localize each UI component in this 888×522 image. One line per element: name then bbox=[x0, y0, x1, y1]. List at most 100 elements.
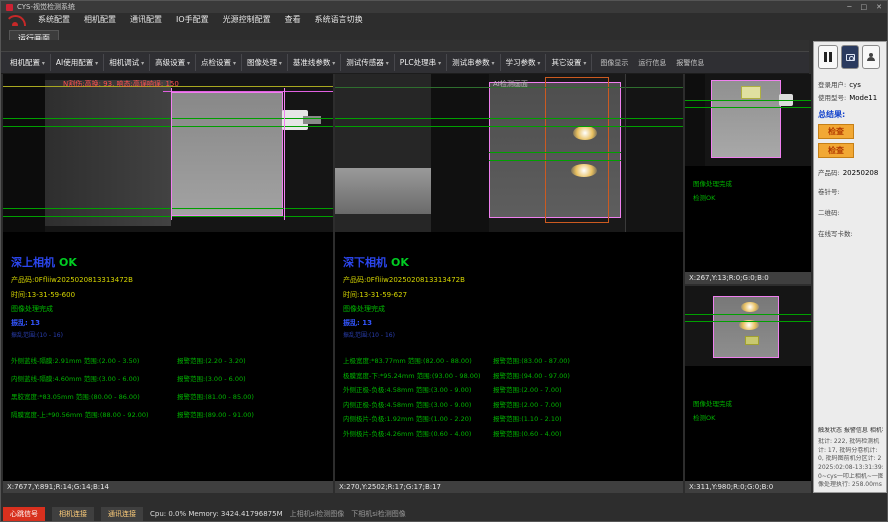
toolbar-button-test-sensor[interactable]: 测试传感器 bbox=[341, 54, 394, 71]
process-status-text: 图像处理完成 bbox=[11, 304, 333, 314]
lower-camera-results: 深下相机OK 产品码:0Ffliiw2025020813313472B 时间:1… bbox=[335, 232, 683, 481]
measurement-list: 上极宽度:*83.77mm 范围:(82.00 - 88.00) 报警范围:(8… bbox=[343, 355, 683, 438]
jitter-range-text: 振乱范围:(10 - 16) bbox=[11, 330, 333, 339]
product-code-label: 产品码: bbox=[818, 167, 840, 177]
online-count-row: 在线写卡数: bbox=[818, 228, 883, 238]
status-line: 图像处理完成 bbox=[693, 178, 811, 188]
upper-camera-panel: N割伤:高换: 93. 响态:高误响误: 150 深上相机OK 产品码:0Ffl… bbox=[3, 74, 333, 493]
lower-cam-status-text: 下相机si检测图像 bbox=[351, 509, 406, 519]
aux-camera-panel-2: 图像处理完成 检测OK X:311,Y:980;R:0;G:0;B:0 bbox=[685, 286, 811, 493]
toolbar-button-camera-config[interactable]: 相机配置 bbox=[5, 54, 51, 71]
weld-glow bbox=[571, 164, 597, 177]
camera-result-header: 深上相机OK bbox=[11, 254, 333, 270]
pixel-coordinate-readout: X:270,Y:2502;R:17;G:17;B:17 bbox=[335, 481, 683, 493]
cell-region-roi bbox=[171, 92, 283, 216]
qrcode-label: 二维码: bbox=[818, 207, 840, 217]
app-window: CYS-视觉检测系统 ─ □ ✕ 系统配置 相机配置 通讯配置 IO手配置 光源… bbox=[0, 0, 888, 522]
measurement-text: 内侧正极-负极:4.58mm 范围:(3.00 - 9.00) bbox=[343, 399, 493, 409]
menu-item-io-config[interactable]: IO手配置 bbox=[169, 14, 216, 25]
measurement-row: 内侧蓝线-隔膜:4.60mm 范围:(3.00 - 6.00) 报警范围:(3.… bbox=[11, 373, 333, 383]
menu-item-camera-config[interactable]: 相机配置 bbox=[77, 14, 123, 25]
mini-tab-image[interactable]: 图像显示 bbox=[600, 58, 628, 68]
capture-button[interactable] bbox=[841, 45, 859, 69]
lower-camera-panel: AI检测画面 深下相机OK 产品码:0Ffliiw202502081331347… bbox=[335, 74, 683, 493]
pause-icon bbox=[824, 52, 832, 62]
measurement-text: 极膜宽度-下:*95.24mm 范围:(93.00 - 98.00) bbox=[343, 370, 493, 380]
needle-row: 卷针号: bbox=[818, 186, 883, 196]
mini-tab-alarm[interactable]: 报警信息 bbox=[676, 58, 704, 68]
camera-icon bbox=[846, 54, 855, 61]
toolbar-button-image-process[interactable]: 图像处理 bbox=[242, 54, 288, 71]
alarm-range-text: 报警范围:(0.60 - 4.00) bbox=[493, 428, 562, 438]
toolbar-button-plc[interactable]: PLC处理串 bbox=[395, 54, 447, 71]
measurement-row: 黑胶宽度:*83.05mm 范围:(80.00 - 86.00) 报警范围:(8… bbox=[11, 391, 333, 401]
product-code-value: 20250208 bbox=[843, 169, 879, 177]
magenta-edge-line bbox=[284, 88, 285, 220]
menu-item-view[interactable]: 查看 bbox=[278, 14, 308, 25]
aux-camera-results-1: 图像处理完成 检测OK bbox=[685, 166, 811, 272]
toolbar-button-baseline-params[interactable]: 基准线参数 bbox=[288, 54, 341, 71]
toolbar-button-advanced[interactable]: 高级设置 bbox=[150, 54, 196, 71]
toolbar-button-other[interactable]: 其它设置 bbox=[546, 54, 592, 71]
close-button[interactable]: ✕ bbox=[876, 3, 882, 11]
user-button[interactable] bbox=[862, 45, 880, 69]
toolbar-button-test-params[interactable]: 测试串参数 bbox=[447, 54, 500, 71]
toolbar-button-learn-params[interactable]: 学习参数 bbox=[501, 54, 547, 71]
log-header: 触发状态 报警信息 相机状态 bbox=[818, 427, 883, 436]
login-user-label: 登录用户: bbox=[818, 79, 846, 89]
toolbar-button-spot-check[interactable]: 点检设置 bbox=[196, 54, 242, 71]
measurement-row: 隔膜宽度-上:*90.56mm 范围:(88.00 - 92.00) 报警范围:… bbox=[11, 409, 333, 419]
measurement-text: 内侧极片-负极:1.92mm 范围:(1.00 - 2.20) bbox=[343, 413, 493, 423]
camera-link-status: 相机连接 bbox=[52, 507, 94, 521]
measurement-row: 外侧蓝线-隔膜:2.91mm 范围:(2.00 - 3.50) 报警范围:(2.… bbox=[11, 355, 333, 365]
menu-bar: 系统配置 相机配置 通讯配置 IO手配置 光源控制配置 查看 系统语言切换 bbox=[1, 13, 809, 26]
weld-glow bbox=[573, 126, 597, 140]
alarm-range-text: 报警范围:(81.00 - 85.00) bbox=[177, 391, 254, 401]
green-guide-line bbox=[685, 314, 811, 315]
maximize-button[interactable]: □ bbox=[861, 3, 868, 11]
alarm-range-text: 报警范围:(89.00 - 91.00) bbox=[177, 409, 254, 419]
frame-divider bbox=[625, 74, 626, 232]
tab-row: 运行画面 bbox=[1, 26, 809, 40]
log-line: 批计: 222, 批码检测机 bbox=[818, 438, 883, 447]
pause-button[interactable] bbox=[818, 45, 838, 69]
log-line: 0, 批码图前机分区计: 2 bbox=[818, 455, 883, 464]
menu-item-comm-config[interactable]: 通讯配置 bbox=[123, 14, 169, 25]
toolbar-button-camera-debug[interactable]: 相机调试 bbox=[104, 54, 150, 71]
jitter-text: 振乱: 13 bbox=[343, 318, 683, 328]
measurement-text: 外侧正极-负极:4.58mm 范围:(3.00 - 9.00) bbox=[343, 384, 493, 394]
aux-camera-image-2[interactable] bbox=[685, 286, 811, 366]
menu-item-system-config[interactable]: 系统配置 bbox=[31, 14, 77, 25]
cpu-memory-text: Cpu: 0.0% Memory: 3424.41796875M bbox=[150, 510, 283, 518]
magenta-guide-line bbox=[163, 91, 333, 92]
model-row: 使用型号: Mode11 bbox=[818, 92, 883, 102]
minimize-button[interactable]: ─ bbox=[847, 3, 851, 11]
product-code-row: 产品码: 20250208 bbox=[818, 167, 883, 177]
measurement-text: 黑胶宽度:*83.05mm 范围:(80.00 - 86.00) bbox=[11, 391, 177, 401]
measurement-row: 上极宽度:*83.77mm 范围:(82.00 - 88.00) 报警范围:(8… bbox=[343, 355, 683, 365]
status-line: 检测OK bbox=[693, 192, 811, 202]
product-code-text: 产品码:0Ffliiw2025020813313472B bbox=[11, 275, 333, 285]
upper-camera-image[interactable]: N割伤:高换: 93. 响态:高误响误: 150 bbox=[3, 74, 333, 232]
measurement-list: 外侧蓝线-隔膜:2.91mm 范围:(2.00 - 3.50) 报警范围:(2.… bbox=[11, 355, 333, 419]
pixel-coordinate-readout: X:311,Y:980;R:0;G:0;B:0 bbox=[685, 481, 811, 493]
mini-tab-runinfo[interactable]: 运行信息 bbox=[638, 58, 666, 68]
title-bar: CYS-视觉检测系统 ─ □ ✕ bbox=[1, 1, 887, 13]
status-line: 图像处理完成 bbox=[693, 398, 811, 408]
dark-gap bbox=[431, 74, 489, 232]
measurement-row: 外侧极片-负极:4.26mm 范围:(0.60 - 4.00) 报警范围:(0.… bbox=[343, 428, 683, 438]
ai-view-label: AI检测画面 bbox=[493, 79, 528, 89]
aux-camera-image-1[interactable] bbox=[685, 74, 811, 166]
green-guide-line bbox=[335, 126, 683, 127]
login-user-value: cys bbox=[849, 81, 861, 89]
lower-camera-image[interactable]: AI检测画面 bbox=[335, 74, 683, 232]
online-count-label: 在线写卡数: bbox=[818, 228, 853, 238]
alarm-range-text: 报警范围:(2.00 - 7.00) bbox=[493, 384, 562, 394]
user-icon bbox=[867, 53, 875, 61]
app-title: CYS-视觉检测系统 bbox=[17, 2, 75, 12]
menu-item-language[interactable]: 系统语言切换 bbox=[308, 14, 370, 25]
product-code-text: 产品码:0Ffliiw2025020813313472B bbox=[343, 275, 683, 285]
menu-item-light-config[interactable]: 光源控制配置 bbox=[216, 14, 278, 25]
green-guide-line bbox=[685, 107, 811, 108]
toolbar-button-ai-config[interactable]: AI使用配置 bbox=[51, 54, 104, 71]
